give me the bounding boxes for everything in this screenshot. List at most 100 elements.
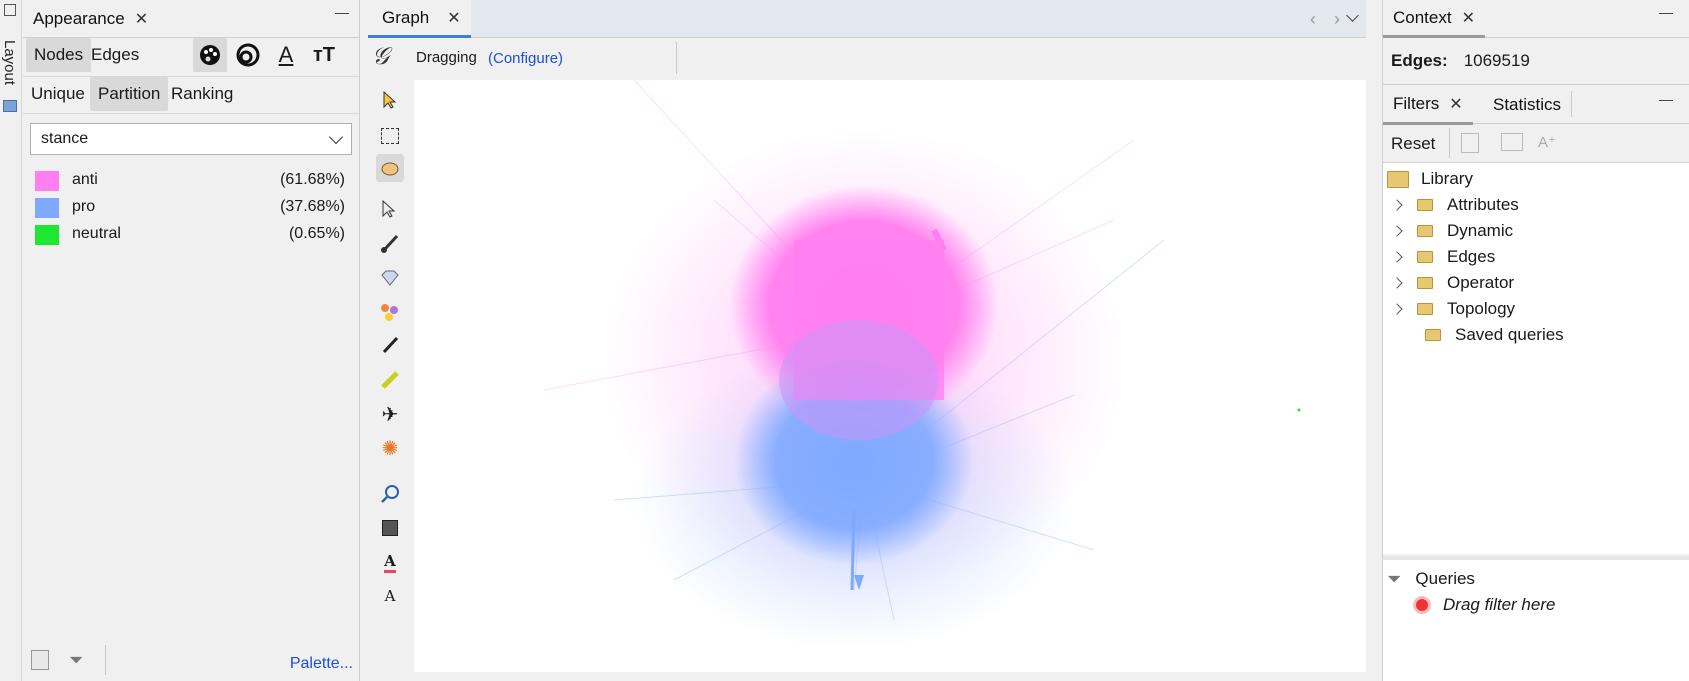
appearance-tabbar: Appearance ✕ <box>23 0 359 38</box>
tab-context[interactable]: Context ✕ <box>1383 0 1485 38</box>
appearance-panel: Appearance ✕ Nodes Edges A тT Unique Par… <box>23 0 360 681</box>
chevron-down-icon <box>328 129 344 145</box>
save-filter-icon[interactable] <box>1501 133 1523 151</box>
brush-icon[interactable] <box>376 230 404 258</box>
font-size-icon[interactable]: A <box>376 582 404 610</box>
heat-map-icon[interactable]: ✺ <box>376 434 404 462</box>
tree-item-label: Attributes <box>1447 195 1519 214</box>
chevron-right-icon[interactable] <box>1391 199 1403 211</box>
rename-icon[interactable]: A⁺ <box>1538 133 1556 151</box>
edges-value: 1069519 <box>1463 51 1530 70</box>
graph-panel: Graph ✕ ‹ › 𝒢 Dragging (Configure) ✈ ✺ A… <box>368 0 1366 681</box>
tab-graph[interactable]: Graph ✕ <box>368 0 471 38</box>
attribute-select-value: stance <box>41 130 89 147</box>
tab-ranking[interactable]: Ranking <box>163 77 241 111</box>
tab-graph-label: Graph <box>382 7 430 27</box>
pointer-help-icon[interactable] <box>376 196 404 224</box>
legend-percent: (0.65%) <box>288 225 345 242</box>
queries-label: Queries <box>1415 569 1475 588</box>
chevron-right-icon[interactable] <box>1391 251 1403 263</box>
minimize-icon[interactable] <box>1659 99 1673 101</box>
tool-mode-label: Dragging <box>416 49 477 66</box>
filters-tabbar: Filters ✕ Statistics <box>1383 84 1689 125</box>
close-icon[interactable]: ✕ <box>1462 8 1475 28</box>
edges-count: Edges: 1069519 <box>1383 40 1689 82</box>
filter-icon: ⏷ <box>1387 568 1402 589</box>
tree-item-topology[interactable]: Topology <box>1391 296 1515 322</box>
minimize-icon[interactable] <box>1659 12 1673 14</box>
legend-row-neutral[interactable]: neutral (0.65%) <box>35 222 345 246</box>
tab-statistics[interactable]: Statistics <box>1483 85 1571 125</box>
folder-icon <box>1417 251 1433 263</box>
tree-item-dynamic[interactable]: Dynamic <box>1391 218 1513 244</box>
chevron-right-icon[interactable]: › <box>1334 9 1340 30</box>
attribute-select[interactable]: stance <box>30 123 352 155</box>
rectangle-select-icon[interactable] <box>376 122 404 150</box>
tab-partition[interactable]: Partition <box>90 77 169 111</box>
tree-item-saved-queries[interactable]: Saved queries <box>1425 322 1564 348</box>
tree-item-attributes[interactable]: Attributes <box>1391 192 1519 218</box>
export-icon[interactable] <box>1461 133 1479 153</box>
select-arrow-icon[interactable] <box>376 86 404 114</box>
legend-label: anti <box>72 171 98 188</box>
diamond-icon[interactable] <box>376 264 404 292</box>
color-swatch[interactable] <box>35 171 59 191</box>
edge-pencil-icon[interactable] <box>376 366 404 394</box>
zoom-center-icon[interactable] <box>376 480 404 508</box>
chevron-right-icon[interactable] <box>1391 303 1403 315</box>
close-icon[interactable]: ✕ <box>1449 94 1462 114</box>
edges-label: Edges: <box>1391 51 1448 70</box>
divider <box>1571 91 1572 117</box>
tab-appearance[interactable]: Appearance ✕ <box>23 0 158 38</box>
palette-link[interactable]: Palette... <box>290 655 353 673</box>
close-icon[interactable]: ✕ <box>447 8 460 28</box>
background-color-icon[interactable] <box>376 514 404 542</box>
tree-item-label: Operator <box>1447 273 1515 292</box>
legend-row-anti[interactable]: anti (61.68%) <box>35 168 345 192</box>
layout-image-icon <box>3 100 17 112</box>
label-size-icon[interactable]: тT <box>307 38 341 72</box>
font-color-icon[interactable]: A <box>376 548 404 576</box>
label-color-icon[interactable]: A <box>269 38 303 72</box>
minimize-icon[interactable] <box>335 12 349 14</box>
graph-canvas[interactable] <box>414 80 1366 672</box>
size-icon[interactable] <box>231 38 265 72</box>
tab-context-label: Context <box>1393 7 1452 27</box>
copy-icon[interactable] <box>31 650 49 670</box>
filter-icon[interactable]: ⏷ <box>69 650 83 671</box>
pencil-icon[interactable] <box>376 332 404 360</box>
reset-button[interactable]: Reset <box>1391 134 1435 154</box>
color-swatch[interactable] <box>35 225 59 245</box>
queries-node: ⏷ Queries <box>1387 566 1475 592</box>
drag-hand-icon[interactable] <box>376 154 404 182</box>
close-icon[interactable]: ✕ <box>135 9 148 29</box>
window-icon[interactable] <box>4 4 16 16</box>
folder-icon <box>1387 170 1409 188</box>
chevron-right-icon[interactable] <box>1391 277 1403 289</box>
chevron-down-icon[interactable] <box>1346 9 1359 22</box>
color-palette-icon[interactable] <box>193 38 227 72</box>
tree-item-edges[interactable]: Edges <box>1391 244 1495 270</box>
shortest-path-icon[interactable] <box>376 298 404 326</box>
configure-link[interactable]: (Configure) <box>488 50 563 67</box>
airplane-icon[interactable]: ✈ <box>376 400 404 428</box>
folder-icon <box>1425 329 1441 341</box>
folder-icon <box>1417 225 1433 237</box>
drop-zone[interactable]: Drag filter here <box>1413 592 1555 618</box>
chevron-right-icon[interactable] <box>1391 225 1403 237</box>
tab-filters[interactable]: Filters ✕ <box>1383 85 1473 125</box>
legend-row-pro[interactable]: pro (37.68%) <box>35 195 345 219</box>
queries-panel: ⏷ Queries Drag filter here <box>1383 556 1689 681</box>
tab-unique[interactable]: Unique <box>23 77 93 111</box>
tab-edges[interactable]: Edges <box>83 38 147 72</box>
library-node[interactable]: Library <box>1387 166 1473 192</box>
layout-side-tab[interactable]: Layout <box>1 40 18 85</box>
tab-appearance-label: Appearance <box>33 9 125 28</box>
divider <box>23 113 359 114</box>
color-swatch[interactable] <box>35 198 59 218</box>
filters-toolbar: Reset A⁺ <box>1383 124 1689 162</box>
tree-item-operator[interactable]: Operator <box>1391 270 1515 296</box>
chevron-left-icon[interactable]: ‹ <box>1310 9 1316 30</box>
right-panel: Context ✕ Edges: 1069519 Filters ✕ Stati… <box>1382 0 1689 681</box>
tab-nodes[interactable]: Nodes <box>26 38 92 72</box>
